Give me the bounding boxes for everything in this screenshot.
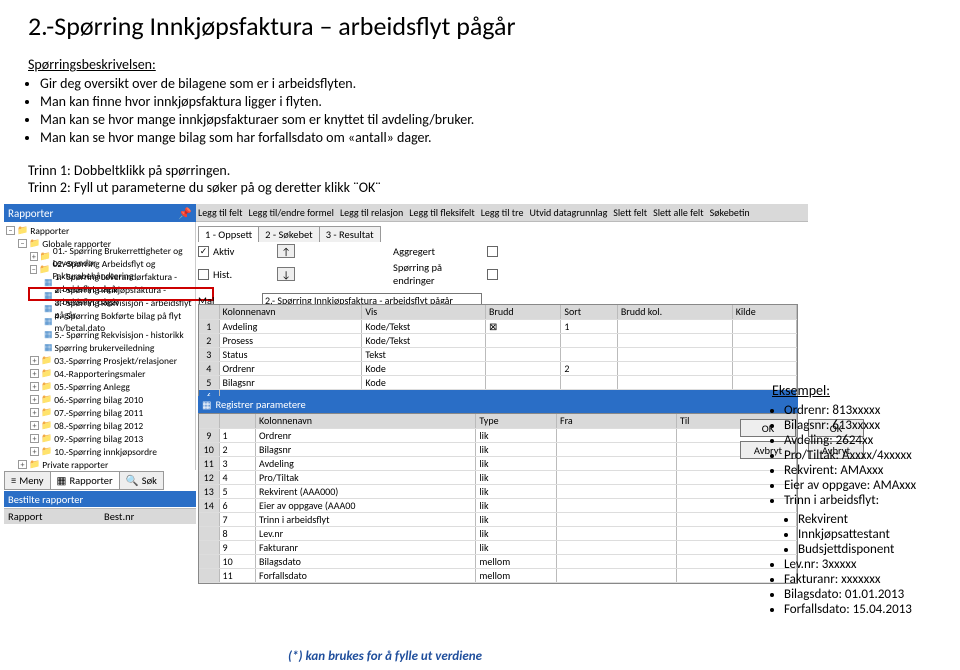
screenshot-app: Legg til felt Legg til/endre formel Legg… <box>4 204 808 524</box>
checkbox-aggregert[interactable] <box>487 246 498 257</box>
tree-collapse-icon[interactable]: − <box>6 226 15 235</box>
example-subitem: Budsjettdisponent <box>798 542 954 557</box>
folder-icon: 📁 <box>41 368 52 379</box>
move-up-button[interactable]: ↑ <box>277 244 295 258</box>
desc-bullet: Man kan se hvor mange bilag som har forf… <box>40 129 960 146</box>
toolbar-item[interactable]: Utvid datagrunnlag <box>529 206 607 219</box>
description: Spørringsbeskrivelsen: Gir deg oversikt … <box>28 56 960 146</box>
tab-sokebet[interactable]: 2 - Søkebet <box>258 226 320 242</box>
folder-icon: 📁 <box>40 251 51 262</box>
folder-icon: 📁 <box>29 459 40 470</box>
tree-expand-icon[interactable]: + <box>30 252 38 261</box>
tree-expand-icon[interactable]: + <box>30 447 39 456</box>
desc-heading: Spørringsbeskrivelsen: <box>28 56 960 73</box>
tree-expand-icon[interactable]: + <box>30 421 39 430</box>
example-item: Pro/Tiltak: Axxxx/4xxxxx <box>784 448 954 463</box>
folder-icon: 📁 <box>39 264 50 275</box>
move-down-button[interactable]: ↓ <box>277 267 295 281</box>
tab-rapporter[interactable]: ▦Rapporter <box>50 471 120 490</box>
search-icon: 🔍 <box>126 474 139 487</box>
form-options: ✓Aktiv ↑ Aggregert Hist. ↓ Spørring på e… <box>198 244 808 311</box>
tree-collapse-icon[interactable]: − <box>30 265 37 274</box>
example-item: Forfallsdato: 15.04.2013 <box>784 602 954 617</box>
example-item: Avdeling: 2624xx <box>784 433 954 448</box>
step-1: Trinn 1: Dobbeltklikk på spørringen. <box>28 162 960 179</box>
register-icon: ▦ <box>202 398 211 411</box>
example-item: Ordrenr: 813xxxxx <box>784 403 954 418</box>
toolbar-item[interactable]: Legg til felt <box>198 206 243 219</box>
toolbar-item[interactable]: Slett felt <box>613 206 647 219</box>
tree-collapse-icon[interactable]: − <box>18 239 27 248</box>
param-header: ▦ Registrer parametere <box>198 396 798 413</box>
example-heading: Eksempel: <box>772 382 954 399</box>
report-icon: ▦ <box>44 329 53 340</box>
tree-expand-icon[interactable]: + <box>30 382 39 391</box>
tab-resultat[interactable]: 3 - Resultat <box>319 226 381 242</box>
example-item: Fakturanr: xxxxxxx <box>784 572 954 587</box>
steps: Trinn 1: Dobbeltklikk på spørringen. Tri… <box>28 162 960 196</box>
folder-icon: 📁 <box>41 381 52 392</box>
checkbox-aktiv[interactable]: ✓ <box>198 246 209 257</box>
desc-bullet: Man kan se hvor mange innkjøpsfakturaer … <box>40 111 960 128</box>
report-icon: ▦ <box>44 290 53 301</box>
folder-icon: 📁 <box>41 433 52 444</box>
folder-icon: 📁 <box>29 238 40 249</box>
tree-expand-icon[interactable]: + <box>18 460 27 469</box>
tree-expand-icon[interactable]: + <box>30 356 39 365</box>
tree-expand-icon[interactable]: + <box>30 408 39 417</box>
checkbox-sporring[interactable] <box>487 269 498 280</box>
toolbar-item[interactable]: Søkebetin <box>710 206 750 219</box>
folder-icon: 📁 <box>41 355 52 366</box>
example-item: Lev.nr: 3xxxxx <box>784 557 954 572</box>
example-item: Eier av oppgave: AMAxxx <box>784 478 954 493</box>
desc-bullet: Gir deg oversikt over de bilagene som er… <box>40 75 960 92</box>
tab-oppsett[interactable]: 1 - Oppsett <box>198 226 259 242</box>
report-icon: ▦ <box>44 316 53 327</box>
example-item: Bilagsnr: 613xxxxx <box>784 418 954 433</box>
bottom-tabs: ≡Meny ▦Rapporter 🔍Søk <box>4 471 163 490</box>
example-item: Trinn i arbeidsflyt: Rekvirent Innkjøpsa… <box>784 493 954 557</box>
example-subitem: Rekvirent <box>798 512 954 527</box>
toolbar-item[interactable]: Slett alle felt <box>653 206 703 219</box>
tree-expand-icon[interactable]: + <box>30 434 39 443</box>
folder-icon: 📁 <box>41 420 52 431</box>
folder-icon: 📁 <box>41 394 52 405</box>
checkbox-hist[interactable] <box>198 269 209 280</box>
panel-header-rapporter: Rapporter 📌 <box>4 204 196 222</box>
toolbar-item[interactable]: Legg til/endre formel <box>249 206 334 219</box>
tree-expand-icon[interactable]: + <box>30 395 39 404</box>
toolbar-item[interactable]: Legg til fleksifelt <box>409 206 474 219</box>
footnote: (*) kan brukes for å fylle ut verdiene <box>288 649 482 664</box>
tab-row: 1 - Oppsett 2 - Søkebet 3 - Resultat <box>198 226 380 242</box>
example-item: Bilagsdato: 01.01.2013 <box>784 587 954 602</box>
parameters-grid[interactable]: KolonnenavnTypeFraTil 91Ordrenrlik 102Bi… <box>199 414 797 583</box>
report-icon: ▦ <box>44 303 53 314</box>
desc-bullet: Man kan finne hvor innkjøpsfaktura ligge… <box>40 93 960 110</box>
step-2: Trinn 2: Fyll ut parameterne du søker på… <box>28 179 960 196</box>
page-title: 2.-Spørring Innkjøpsfaktura – arbeidsfly… <box>28 10 960 42</box>
bestilte-header: Bestilte rapporter <box>4 491 196 507</box>
folder-icon: 📁 <box>17 225 28 236</box>
folder-icon: 📁 <box>41 407 52 418</box>
pin-icon[interactable]: 📌 <box>178 207 192 220</box>
report-icon: ▦ <box>44 277 53 288</box>
report-tree[interactable]: −📁Rapporter −📁Globale rapporter +📁01.- S… <box>4 222 196 470</box>
toolbar-item[interactable]: Legg til relasjon <box>340 206 403 219</box>
example-subitem: Innkjøpsattestant <box>798 527 954 542</box>
tab-sok[interactable]: 🔍Søk <box>119 471 164 490</box>
report-icon: ▦ <box>44 342 53 353</box>
columns-grid[interactable]: KolonnenavnVisBruddSortBrudd kol.Kilde 1… <box>199 305 797 404</box>
tab-meny[interactable]: ≡Meny <box>4 471 51 490</box>
menu-icon: ≡ <box>11 474 16 487</box>
tree-expand-icon[interactable]: + <box>30 369 39 378</box>
example-box: Eksempel: Ordrenr: 813xxxxx Bilagsnr: 61… <box>772 382 954 617</box>
example-item: Rekvirent: AMAxxx <box>784 463 954 478</box>
bestilte-columns: RapportBest.nr <box>4 508 196 524</box>
report-icon: ▦ <box>57 474 67 487</box>
toolbar-item[interactable]: Legg til tre <box>481 206 524 219</box>
folder-icon: 📁 <box>41 446 52 457</box>
